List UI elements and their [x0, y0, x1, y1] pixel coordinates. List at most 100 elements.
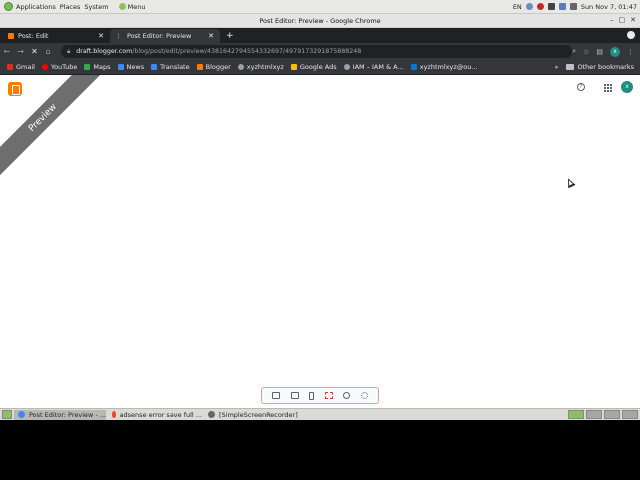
recorder-icon — [208, 411, 215, 418]
browser-toolbar: ← → ✕ ⌂ 🔒︎ draft.blogger.com /blog/post/… — [0, 43, 640, 60]
task-label: adsense error save full ... — [119, 410, 202, 419]
tab-post-edit[interactable]: Post: Edit ✕ — [0, 29, 110, 43]
bookmark-iam[interactable]: IAM – IAM & A... — [343, 63, 404, 71]
system-menu[interactable]: System — [84, 3, 108, 11]
workspace-1[interactable] — [568, 410, 584, 419]
task-chrome-preview[interactable]: Post Editor: Preview - ... — [14, 409, 106, 420]
loading-favicon-icon — [118, 33, 119, 39]
outlook-icon — [410, 64, 417, 70]
bookmark-xyzhtmlxyz[interactable]: xyzhtmlxyz — [237, 63, 284, 71]
workspace-2[interactable] — [586, 410, 602, 419]
clock[interactable]: Sun Nov 7, 01:47 — [581, 3, 637, 11]
desktop-view-icon[interactable] — [272, 392, 281, 399]
bookmark-news[interactable]: News — [117, 63, 144, 71]
blogger-logo-icon[interactable] — [8, 82, 22, 96]
account-avatar[interactable]: x — [621, 81, 633, 93]
help-icon[interactable]: ? — [577, 83, 585, 91]
workspace-3[interactable] — [604, 410, 620, 419]
apps-grid-icon[interactable] — [604, 84, 612, 92]
globe-icon — [237, 64, 244, 70]
chrome-menu-icon[interactable]: ⋮ — [627, 48, 634, 56]
bookmark-translate[interactable]: Translate — [151, 63, 190, 71]
mouse-cursor-icon — [564, 176, 576, 189]
other-bookmarks[interactable]: Other bookmarks — [577, 63, 634, 71]
chrome-icon — [18, 411, 25, 418]
tab-post-editor-preview[interactable]: Post Editor: Preview ✕ — [110, 29, 220, 43]
folder-icon — [566, 64, 575, 70]
minimize-icon[interactable]: – — [610, 16, 614, 24]
bookmark-label: Google Ads — [299, 63, 337, 71]
keyboard-layout[interactable]: EN — [513, 3, 522, 11]
bookmark-label: Translate — [160, 63, 190, 71]
bookmark-outlook[interactable]: xyzhtmlxyz@ou... — [410, 63, 478, 71]
refresh-icon[interactable] — [360, 392, 368, 399]
menu-button[interactable]: Menu — [118, 3, 146, 11]
tab-strip: Post: Edit ✕ Post Editor: Preview ✕ + — [0, 28, 640, 43]
workspace-4[interactable] — [622, 410, 638, 419]
chrome-icon — [112, 411, 116, 418]
close-tab-icon[interactable]: ✕ — [208, 32, 214, 40]
youtube-icon — [41, 64, 48, 70]
bookmark-label: IAM – IAM & A... — [352, 63, 404, 71]
task-label: Post Editor: Preview - ... — [28, 410, 106, 419]
translate-icon — [151, 64, 158, 70]
tab-label: Post Editor: Preview — [127, 32, 192, 40]
search-icon[interactable]: ⌕ — [572, 47, 576, 56]
bookmark-google-ads[interactable]: Google Ads — [290, 63, 337, 71]
bookmark-star-icon[interactable]: ☆ — [583, 48, 589, 56]
bottom-taskbar: Post Editor: Preview - ... adsense error… — [0, 408, 640, 420]
mobile-view-icon[interactable] — [309, 391, 315, 400]
battery-icon[interactable] — [569, 3, 577, 10]
applications-menu[interactable]: Applications — [4, 2, 56, 11]
window-title-bar: Post Editor: Preview - Google Chrome – □… — [0, 14, 640, 28]
volume-icon[interactable] — [547, 3, 555, 10]
url-path: /blog/post/edit/preview/4381642794554332… — [132, 48, 362, 55]
bookmark-youtube[interactable]: YouTube — [41, 63, 77, 71]
bookmark-maps[interactable]: Maps — [84, 63, 111, 71]
maps-icon — [84, 64, 91, 70]
more-bookmarks-icon[interactable]: » — [555, 63, 559, 71]
maximize-icon[interactable]: □ — [619, 16, 626, 24]
stop-loading-icon[interactable]: ✕ — [28, 47, 42, 56]
system-top-panel: Applications Places System Menu EN Sun N… — [0, 0, 640, 14]
gmail-icon — [7, 64, 13, 70]
bookmark-label: xyzhtmlxyz — [246, 63, 284, 71]
google-ads-icon — [290, 64, 297, 70]
bookmarks-bar: Gmail YouTube Maps News Translate Blogge… — [0, 60, 640, 75]
lock-icon[interactable]: 🔒︎ — [67, 48, 70, 56]
applications-label: Applications — [16, 2, 56, 11]
task-screen-recorder[interactable]: [SimpleScreenRecorder] — [204, 410, 300, 420]
show-desktop-icon[interactable] — [2, 410, 12, 419]
tablet-view-icon[interactable] — [290, 392, 299, 399]
blogger-icon — [196, 64, 203, 70]
address-bar[interactable]: 🔒︎ draft.blogger.com /blog/post/edit/pre… — [61, 45, 573, 58]
bookmark-label: Gmail — [16, 63, 35, 71]
network-icon[interactable] — [525, 3, 533, 10]
tab-search-icon[interactable] — [627, 31, 635, 39]
window-title: Post Editor: Preview - Google Chrome — [259, 16, 381, 25]
rotate-icon[interactable] — [343, 392, 351, 399]
bookmark-label: Blogger — [205, 63, 231, 71]
forward-icon[interactable]: → — [14, 47, 28, 56]
bookmark-label: xyzhtmlxyz@ou... — [419, 63, 478, 71]
url-host: draft.blogger.com — [76, 48, 133, 55]
bookmark-label: Maps — [93, 63, 111, 71]
fullscreen-icon[interactable] — [324, 392, 333, 399]
signal-icon[interactable] — [558, 3, 566, 10]
back-icon[interactable]: ← — [0, 47, 14, 56]
mint-logo-icon — [4, 2, 13, 11]
bookmark-gmail[interactable]: Gmail — [7, 63, 35, 71]
profile-avatar[interactable]: x — [610, 46, 621, 57]
extensions-icon[interactable]: ▤ — [596, 48, 603, 56]
home-icon[interactable]: ⌂ — [41, 47, 55, 56]
iam-icon — [343, 64, 350, 70]
close-tab-icon[interactable]: ✕ — [98, 32, 104, 40]
task-chrome-adsense[interactable]: adsense error save full ... — [108, 410, 202, 420]
places-menu[interactable]: Places — [60, 3, 81, 11]
new-tab-button[interactable]: + — [226, 29, 234, 43]
close-window-icon[interactable]: ✕ — [630, 16, 636, 24]
tab-label: Post: Edit — [18, 32, 49, 40]
preview-device-toolbar — [261, 387, 379, 404]
record-icon[interactable] — [536, 3, 544, 10]
bookmark-blogger[interactable]: Blogger — [196, 63, 231, 71]
